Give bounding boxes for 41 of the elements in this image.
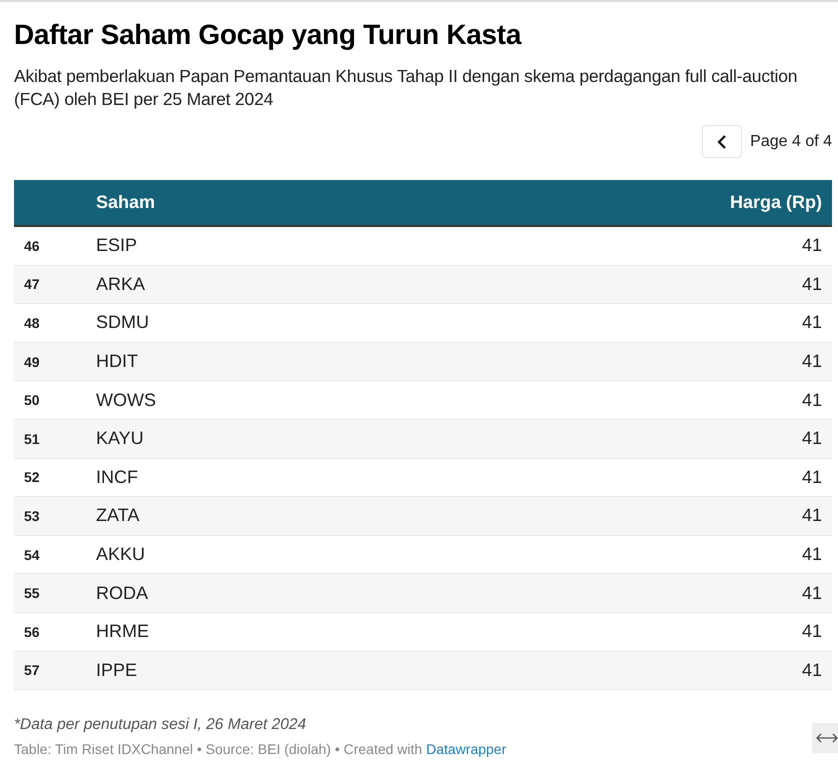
- table-cell: 41: [396, 574, 832, 612]
- datawrapper-link[interactable]: Datawrapper: [426, 741, 506, 758]
- table-cell: HDIT: [86, 342, 397, 381]
- table-cell: 41: [396, 342, 832, 381]
- previous-page-button[interactable]: [702, 125, 742, 158]
- row-number: 57: [14, 651, 86, 690]
- table-cell: 41: [396, 265, 832, 304]
- row-number: 47: [14, 265, 86, 304]
- resize-handle[interactable]: [812, 723, 838, 753]
- table-cell: WOWS: [86, 380, 397, 420]
- chevron-left-icon: [717, 134, 728, 148]
- column-header: Harga (Rp): [396, 180, 832, 226]
- row-number: 56: [14, 612, 86, 652]
- row-number: 48: [14, 304, 86, 342]
- table-cell: SDMU: [86, 304, 397, 342]
- table-cell: KAYU: [86, 419, 397, 458]
- column-header: Saham: [86, 180, 397, 226]
- table-cell: 41: [396, 612, 832, 652]
- table-cell: HRME: [86, 612, 397, 652]
- table-cell: IPPE: [86, 651, 397, 690]
- table-cell: 41: [396, 651, 832, 690]
- page-indicator: Page 4 of 4: [750, 132, 832, 150]
- row-number: 53: [14, 496, 86, 536]
- chart-subtitle: Akibat pemberlakuan Papan Pemantauan Khusus Tahap II dengan skema perdagangan full call-auction (FCA) oleh BEI per 25 Maret 2024: [14, 65, 798, 111]
- table-cell: ARKA: [86, 265, 397, 304]
- table-cell: 41: [396, 496, 832, 536]
- row-number: 49: [14, 342, 86, 381]
- table-cell: ESIP: [86, 226, 397, 266]
- resize-arrows-icon: [816, 732, 838, 744]
- chart-title: Daftar Saham Gocap yang Turun Kasta: [14, 18, 523, 52]
- row-number: 55: [14, 574, 86, 612]
- table-cell: 41: [396, 304, 832, 342]
- table-cell: 41: [396, 419, 832, 458]
- row-number: 46: [14, 226, 86, 266]
- table-cell: ZATA: [86, 496, 397, 536]
- table-cell: RODA: [86, 574, 397, 612]
- footnote: *Data per penutupan sesi I, 26 Maret 2024: [14, 716, 308, 734]
- table-cell: 41: [396, 226, 832, 266]
- row-number: 51: [14, 419, 86, 458]
- row-number: 50: [14, 380, 86, 420]
- table-cell: 41: [396, 380, 832, 420]
